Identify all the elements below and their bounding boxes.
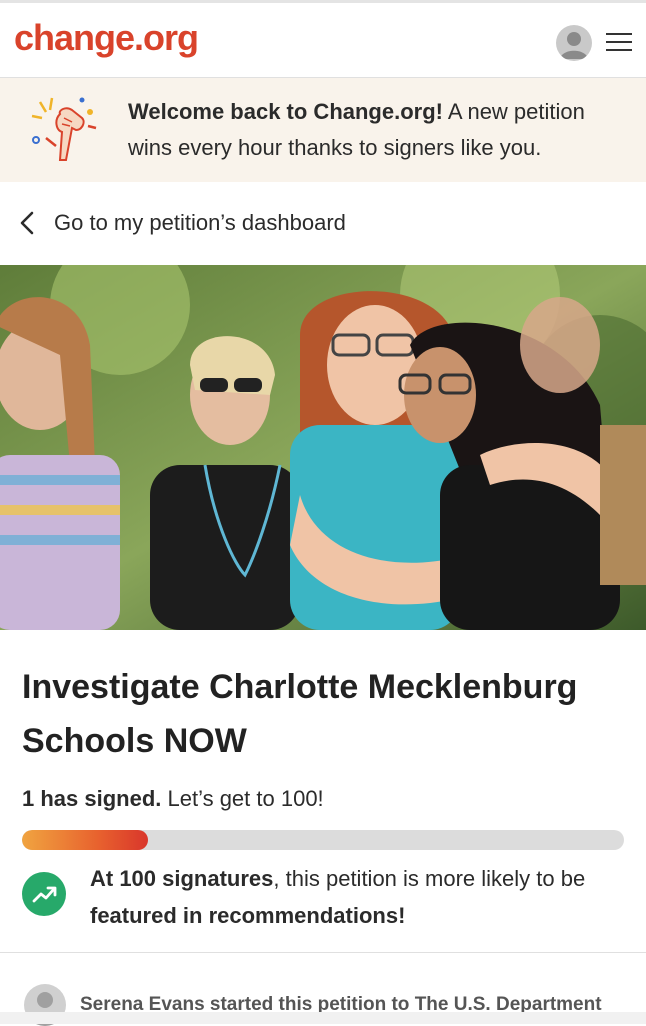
hamburger-menu-icon[interactable] — [606, 33, 632, 53]
signature-progress-fill — [22, 830, 149, 850]
top-navbar: change.org — [0, 0, 646, 78]
welcome-bold-text: Welcome back to Change.org! — [128, 99, 443, 124]
goal-bold-1: At 100 signatures — [90, 866, 274, 891]
goal-bold-2: featured in recommendations! — [90, 903, 406, 928]
raised-fist-illustration-icon — [22, 88, 102, 168]
user-avatar-icon[interactable] — [556, 25, 592, 61]
bottom-edge — [0, 1012, 646, 1024]
dashboard-link-label: Go to my petition’s dashboard — [54, 210, 346, 235]
chevron-left-icon — [16, 210, 40, 236]
change-org-logo[interactable]: change.org — [14, 17, 199, 59]
goal-text-1: , this petition is more likely to be — [273, 866, 586, 891]
signature-count: 1 has signed. Let’s get to 100! — [22, 786, 324, 812]
petition-hero-image — [0, 265, 646, 630]
recommendation-goal-text: At 100 signatures, this petition is more… — [90, 860, 620, 934]
signature-progress-bar — [22, 830, 624, 850]
trending-up-icon — [22, 872, 66, 916]
welcome-banner: Welcome back to Change.org! A new petiti… — [0, 78, 646, 182]
signature-goal-text: Let’s get to 100! — [161, 786, 324, 811]
signature-count-bold: 1 has signed. — [22, 786, 162, 811]
dashboard-link[interactable]: Go to my petition’s dashboard — [0, 184, 646, 264]
section-divider — [0, 952, 646, 953]
petition-title: Investigate Charlotte Mecklenburg School… — [22, 668, 578, 760]
welcome-message: Welcome back to Change.org! A new petiti… — [128, 94, 628, 166]
